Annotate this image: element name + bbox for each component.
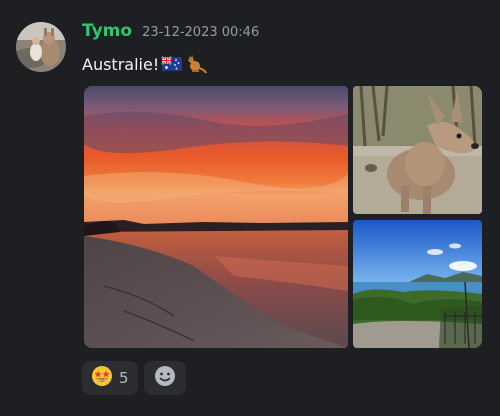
kangaroo-image[interactable] bbox=[353, 86, 482, 214]
reaction-star-struck[interactable]: 5 bbox=[82, 361, 138, 395]
username[interactable]: Tymo bbox=[82, 21, 132, 41]
add-reaction-button[interactable] bbox=[143, 361, 186, 395]
message-content: Australie! bbox=[82, 52, 208, 76]
chat-message: Tymo 23-12-2023 00:46 Australie! 5 bbox=[0, 0, 500, 416]
australia-flag-icon bbox=[161, 54, 183, 74]
message-text: Australie! bbox=[82, 54, 160, 74]
smiley-add-reaction-icon bbox=[154, 365, 176, 391]
message-header: Tymo 23-12-2023 00:46 bbox=[82, 21, 259, 43]
coastal-view-image[interactable] bbox=[353, 220, 482, 348]
user-avatar[interactable] bbox=[16, 22, 66, 72]
kangaroo-icon bbox=[185, 54, 208, 74]
message-timestamp: 23-12-2023 00:46 bbox=[142, 25, 260, 40]
star-struck-icon bbox=[91, 365, 113, 391]
reactions-bar: 5 bbox=[82, 361, 186, 395]
image-attachments bbox=[84, 86, 482, 348]
sunset-beach-image[interactable] bbox=[84, 86, 348, 348]
reaction-count: 5 bbox=[119, 369, 129, 387]
